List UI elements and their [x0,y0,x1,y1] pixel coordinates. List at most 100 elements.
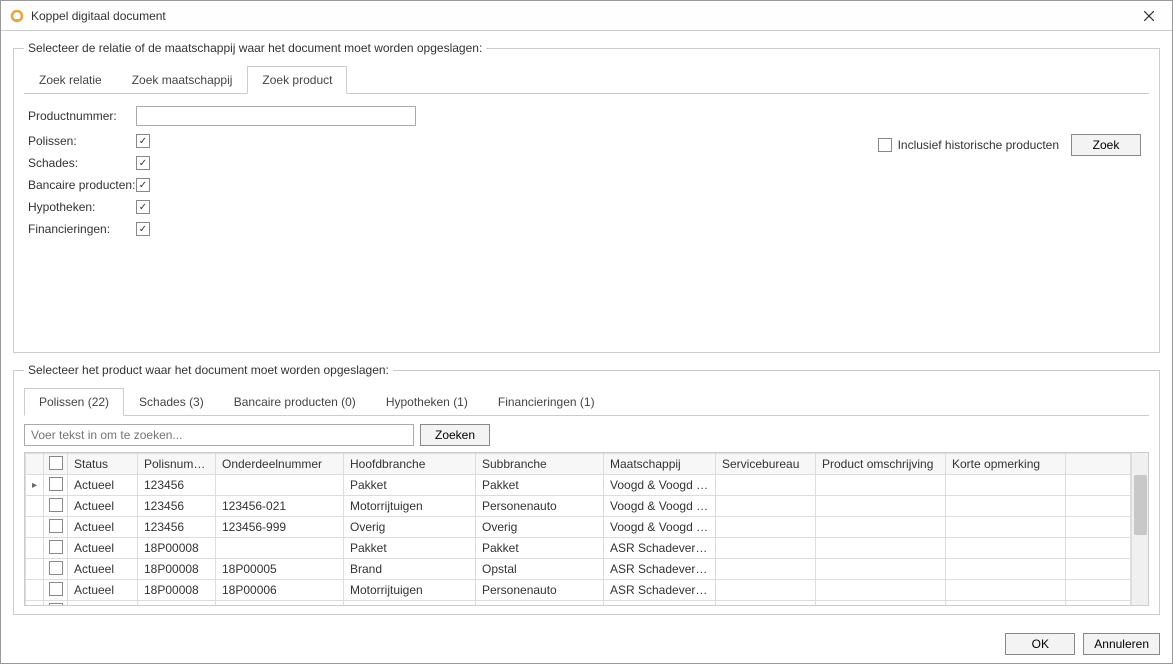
section-product: Selecteer het product waar het document … [13,363,1160,615]
app-logo-icon [9,8,25,24]
row-checkbox[interactable] [49,519,63,533]
row-checkbox-cell[interactable] [44,538,68,559]
cell-maatschappij: ASR Schadeverzek... [604,601,716,606]
tab-bancaire[interactable]: Bancaire producten (0) [219,388,371,416]
titlebar: Koppel digitaal document [1,1,1172,31]
cell-status: Actueel [68,496,138,517]
row-checkbox-cell[interactable] [44,496,68,517]
cell-maatschappij: ASR Schadeverzek... [604,559,716,580]
tab-zoek-maatschappij[interactable]: Zoek maatschappij [117,66,248,94]
row-checkbox[interactable] [49,603,63,606]
cell-korte-opmerking [946,538,1066,559]
bancaire-checkbox[interactable]: ✓ [136,178,150,192]
cell-hoofdbranche: Brand [344,559,476,580]
vertical-scrollbar[interactable] [1131,453,1148,605]
cell-end [1066,559,1131,580]
cell-status: Actueel [68,475,138,496]
cell-product-omschrijving [816,601,946,606]
table-row[interactable]: Actueel18P00008PakketPakketASR Schadever… [26,538,1131,559]
cell-maatschappij: Voogd & Voogd Ver... [604,475,716,496]
col-indicator[interactable] [26,454,44,475]
cell-polisnummer: 18P00008 [138,559,216,580]
bancaire-label: Bancaire producten: [28,178,136,192]
col-servicebureau[interactable]: Servicebureau [716,454,816,475]
close-icon [1144,11,1154,21]
cell-end [1066,517,1131,538]
window-title: Koppel digitaal document [31,9,1134,23]
cell-status: Actueel [68,559,138,580]
cell-servicebureau [716,538,816,559]
cell-subbranche: Pakket [476,475,604,496]
col-maatschappij[interactable]: Maatschappij [604,454,716,475]
cell-maatschappij: Voogd & Voogd Ver... [604,496,716,517]
row-checkbox[interactable] [49,477,63,491]
filter-zoeken-button[interactable]: Zoeken [420,424,490,446]
row-checkbox-cell[interactable] [44,580,68,601]
table-row[interactable]: Actueel18P0000818P00006MotorrijtuigenPer… [26,580,1131,601]
ok-button[interactable]: OK [1005,633,1075,655]
row-checkbox[interactable] [49,582,63,596]
cell-hoofdbranche: Pakket [344,475,476,496]
product-table: Status Polisnummer Onderdeelnummer Hoofd… [24,452,1149,606]
table-row[interactable]: Actueel18P0000818P00007MotorrijtuigenPer… [26,601,1131,606]
row-checkbox-cell[interactable] [44,475,68,496]
col-korte-opmerking[interactable]: Korte opmerking [946,454,1066,475]
table-row[interactable]: Actueel123456123456-999OverigOverigVoogd… [26,517,1131,538]
row-indicator [26,559,44,580]
tab-zoek-relatie[interactable]: Zoek relatie [24,66,117,94]
row-checkbox[interactable] [49,498,63,512]
tab-hypotheken[interactable]: Hypotheken (1) [371,388,483,416]
cell-korte-opmerking [946,580,1066,601]
table-row[interactable]: ▸Actueel123456PakketPakketVoogd & Voogd … [26,475,1131,496]
col-selectall[interactable] [44,454,68,475]
col-product-omschrijving[interactable]: Product omschrijving [816,454,946,475]
cell-product-omschrijving [816,538,946,559]
relation-tabs: Zoek relatie Zoek maatschappij Zoek prod… [24,65,1149,94]
financieringen-checkbox[interactable]: ✓ [136,222,150,236]
tab-polissen[interactable]: Polissen (22) [24,388,124,416]
col-status[interactable]: Status [68,454,138,475]
cell-end [1066,475,1131,496]
hypotheken-checkbox[interactable]: ✓ [136,200,150,214]
row-checkbox[interactable] [49,540,63,554]
cell-hoofdbranche: Motorrijtuigen [344,496,476,517]
cell-product-omschrijving [816,475,946,496]
row-indicator [26,538,44,559]
cell-end [1066,601,1131,606]
close-button[interactable] [1134,2,1164,30]
cell-korte-opmerking [946,496,1066,517]
col-subbranche[interactable]: Subbranche [476,454,604,475]
row-checkbox-cell[interactable] [44,517,68,538]
zoek-button[interactable]: Zoek [1071,134,1141,156]
cell-maatschappij: ASR Schadeverzek... [604,538,716,559]
table-row[interactable]: Actueel123456123456-021MotorrijtuigenPer… [26,496,1131,517]
select-all-checkbox[interactable] [49,456,63,470]
tab-zoek-product[interactable]: Zoek product [247,66,347,94]
polissen-checkbox[interactable]: ✓ [136,134,150,148]
filter-input[interactable] [24,424,414,446]
cell-onderdeelnummer [216,475,344,496]
cell-onderdeelnummer: 18P00005 [216,559,344,580]
cell-servicebureau [716,496,816,517]
row-checkbox[interactable] [49,561,63,575]
table-row[interactable]: Actueel18P0000818P00005BrandOpstalASR Sc… [26,559,1131,580]
cell-maatschappij: Voogd & Voogd Ver... [604,517,716,538]
row-checkbox-cell[interactable] [44,601,68,606]
cell-subbranche: Personenauto [476,496,604,517]
cell-polisnummer: 123456 [138,517,216,538]
cell-polisnummer: 18P00008 [138,538,216,559]
scrollbar-thumb[interactable] [1134,475,1147,535]
row-indicator [26,580,44,601]
polissen-label: Polissen: [28,134,136,148]
cell-product-omschrijving [816,517,946,538]
tab-financieringen[interactable]: Financieringen (1) [483,388,610,416]
row-checkbox-cell[interactable] [44,559,68,580]
productnummer-input[interactable] [136,106,416,126]
schades-checkbox[interactable]: ✓ [136,156,150,170]
tab-schades[interactable]: Schades (3) [124,388,219,416]
cancel-button[interactable]: Annuleren [1083,633,1160,655]
col-hoofdbranche[interactable]: Hoofdbranche [344,454,476,475]
col-onderdeelnummer[interactable]: Onderdeelnummer [216,454,344,475]
col-polisnummer[interactable]: Polisnummer [138,454,216,475]
inclusief-historische-checkbox[interactable] [878,138,892,152]
